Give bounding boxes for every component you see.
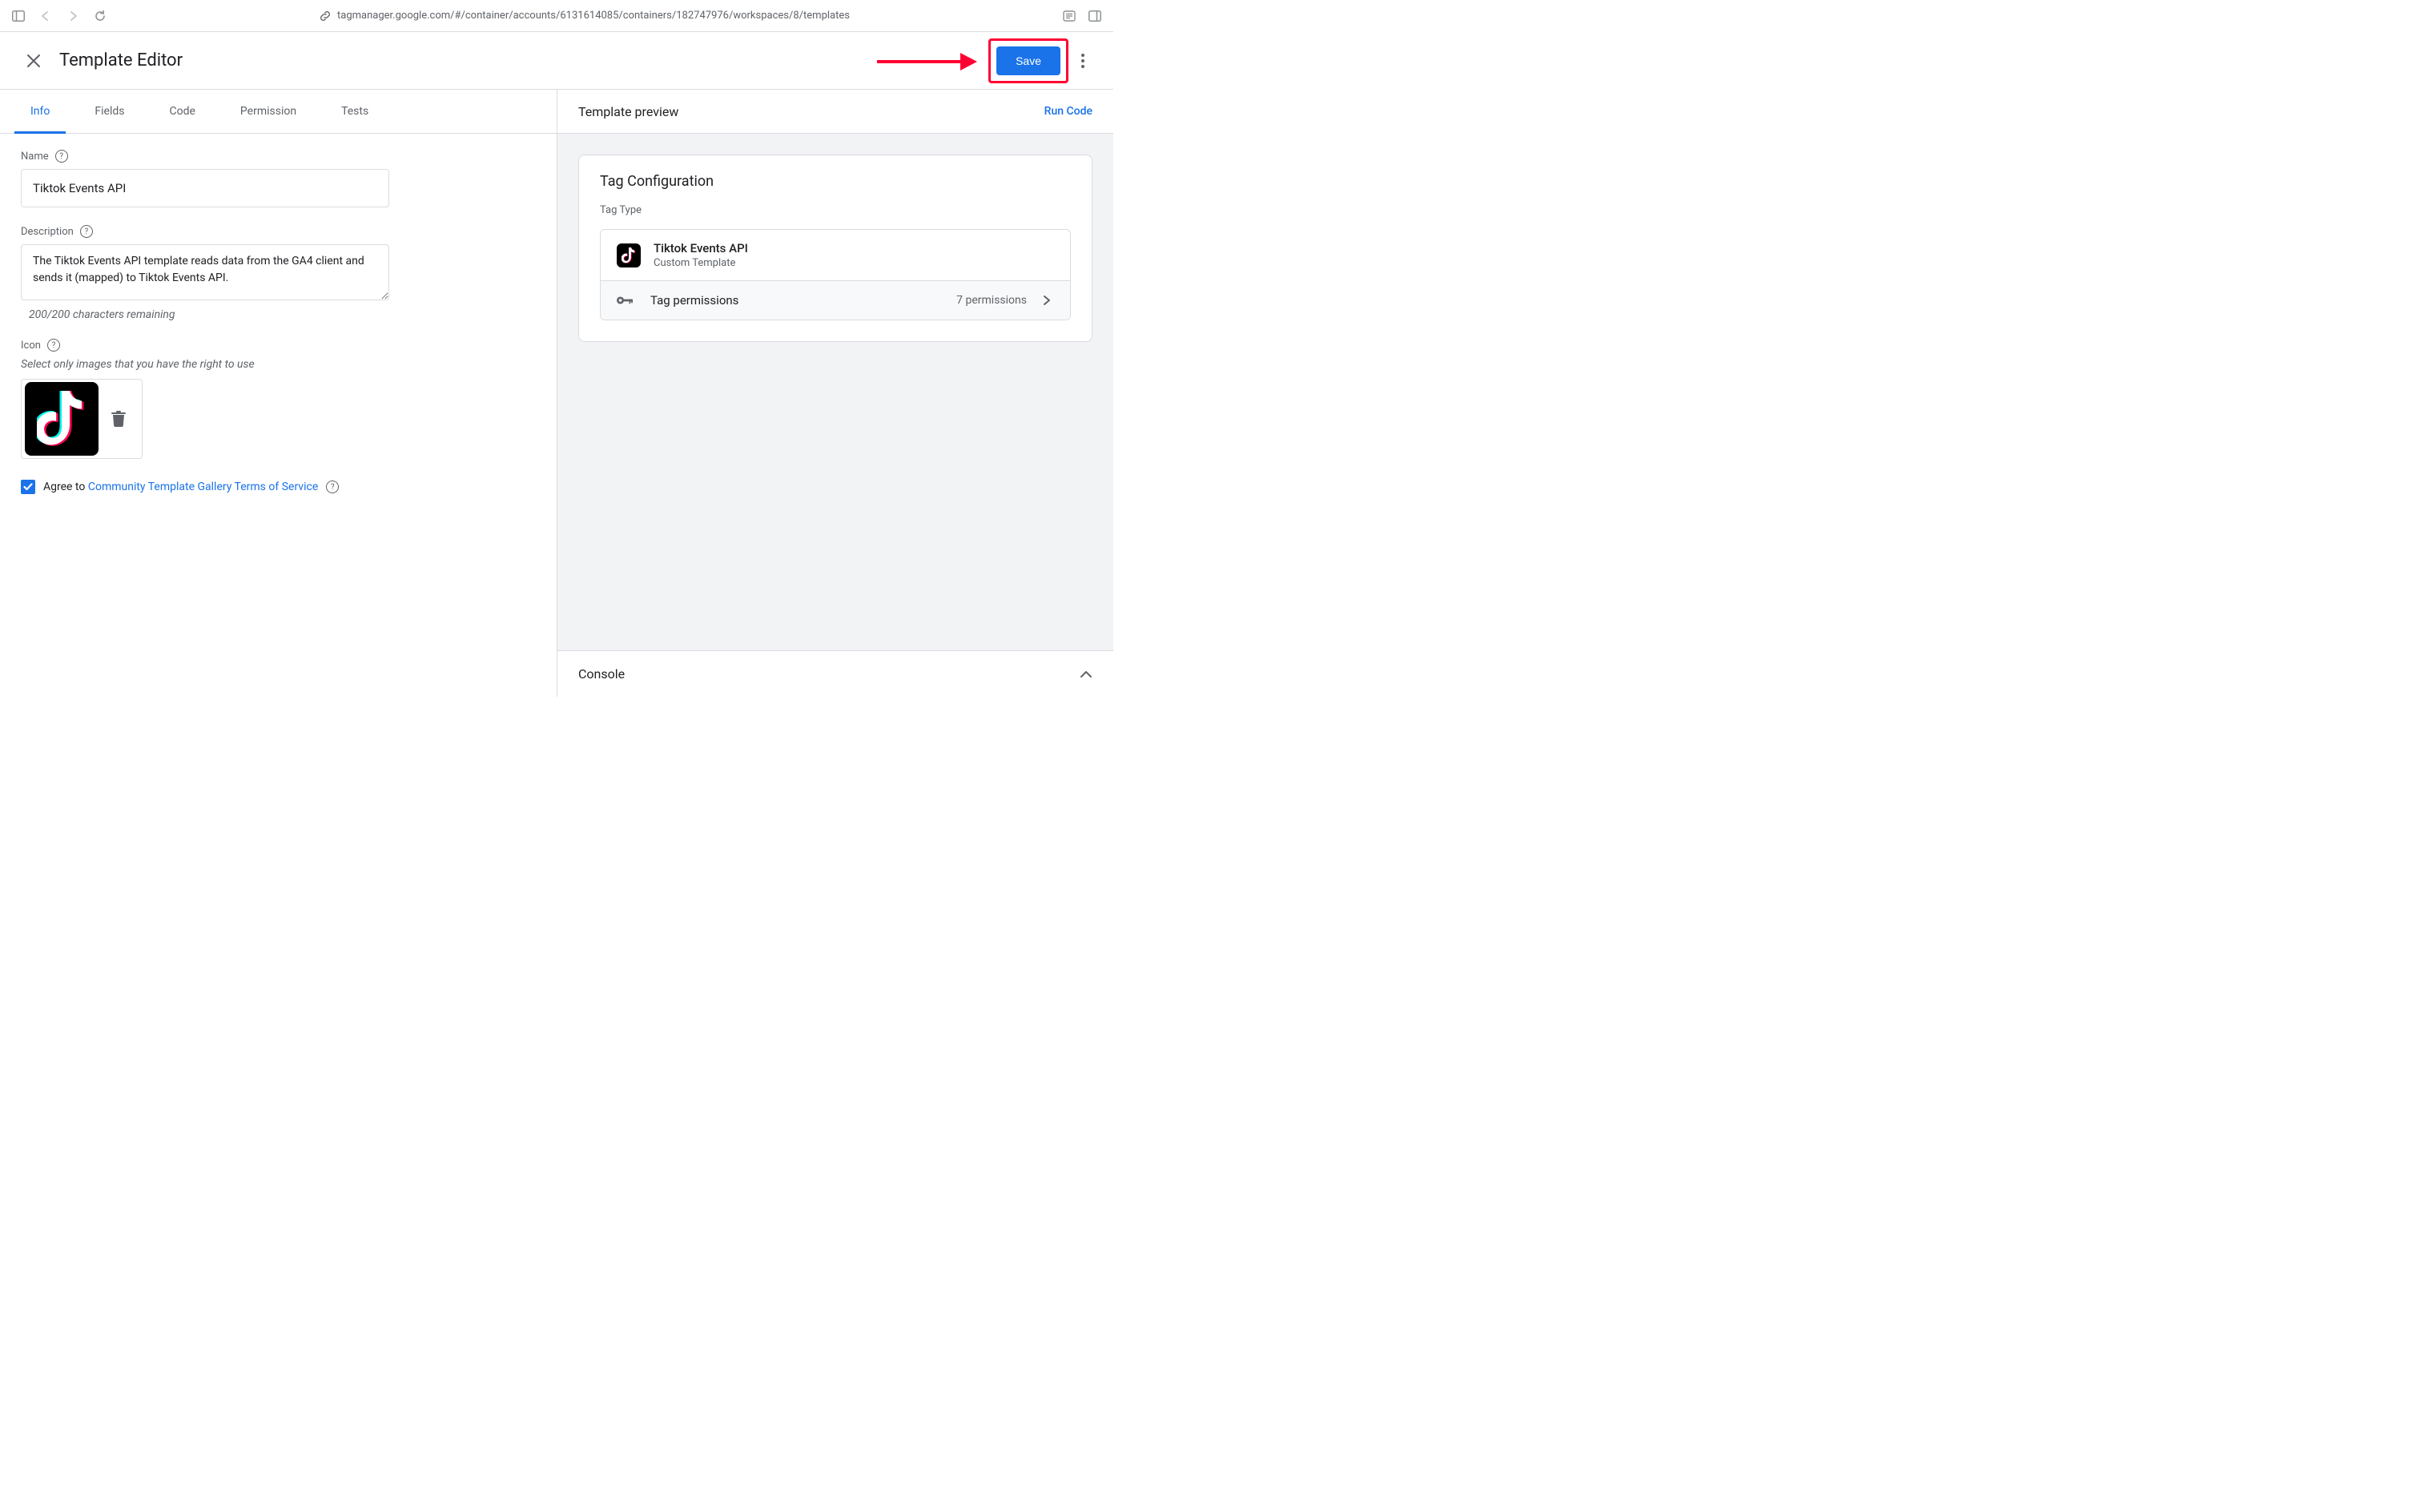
tag-permissions-row[interactable]: Tag permissions 7 permissions [601,280,1070,320]
console-bar[interactable]: Console [557,650,1113,697]
tab-fields[interactable]: Fields [72,90,147,133]
tab-tests[interactable]: Tests [319,90,391,133]
preview-header: Template preview Run Code [557,90,1113,134]
help-icon[interactable]: ? [326,481,339,493]
name-label: Name ? [21,150,536,163]
console-title: Console [578,666,625,682]
nav-back-icon[interactable] [38,9,53,23]
tag-type-label: Tag Type [579,204,1092,216]
name-input[interactable] [21,169,389,207]
chevron-up-icon [1080,670,1092,678]
url-text: tagmanager.google.com/#/container/accoun… [337,10,850,22]
tag-subtype: Custom Template [654,257,748,269]
editor-pane: Info Fields Code Permission Tests Name ?… [0,90,557,697]
url-bar[interactable]: tagmanager.google.com/#/container/accoun… [120,10,1049,22]
more-menu-icon[interactable] [1072,50,1094,72]
app-header: Template Editor Save [0,32,1113,90]
delete-icon-button[interactable] [110,410,127,428]
description-label: Description ? [21,225,536,238]
tiktok-logo-icon [25,382,99,456]
help-icon[interactable]: ? [80,225,93,238]
card-title: Tag Configuration [579,173,1092,204]
page-title: Template Editor [59,50,183,70]
permissions-label: Tag permissions [650,293,738,308]
icon-preview [21,379,143,459]
save-button[interactable]: Save [996,46,1060,75]
tos-link[interactable]: Community Template Gallery Terms of Serv… [88,481,318,493]
icon-label: Icon ? [21,339,536,352]
char-remaining: 200/200 characters remaining [29,308,536,321]
tab-info[interactable]: Info [8,90,72,133]
reload-icon[interactable] [93,9,107,23]
tab-code[interactable]: Code [147,90,217,133]
reader-icon[interactable] [1062,9,1076,23]
agree-row: Agree to Community Template Gallery Term… [21,480,536,494]
help-icon[interactable]: ? [47,339,60,352]
link-icon [320,10,331,22]
browser-toolbar: tagmanager.google.com/#/container/accoun… [0,0,1113,32]
run-code-button[interactable]: Run Code [1044,105,1092,118]
sidebar-toggle-icon[interactable] [11,9,26,23]
help-icon[interactable]: ? [55,150,68,163]
tag-config-card: Tag Configuration Tag Type Tiktok Events… [578,155,1092,342]
tiktok-logo-icon [617,243,641,267]
tab-permission[interactable]: Permission [218,90,319,133]
nav-forward-icon[interactable] [66,9,80,23]
description-input[interactable] [21,244,389,300]
preview-pane: Template preview Run Code Tag Configurat… [557,90,1113,697]
permissions-count: 7 permissions [956,294,1027,307]
tab-bar: Info Fields Code Permission Tests [0,90,557,134]
agree-checkbox[interactable] [21,480,35,494]
preview-title: Template preview [578,104,678,119]
close-icon[interactable] [24,51,43,70]
key-icon [617,292,633,308]
tag-identity-row: Tiktok Events API Custom Template [601,230,1070,280]
panel-icon[interactable] [1088,9,1102,23]
agree-text: Agree to Community Template Gallery Term… [43,481,318,493]
tag-name: Tiktok Events API [654,241,748,255]
chevron-right-icon [1040,293,1054,308]
icon-hint: Select only images that you have the rig… [21,358,536,371]
